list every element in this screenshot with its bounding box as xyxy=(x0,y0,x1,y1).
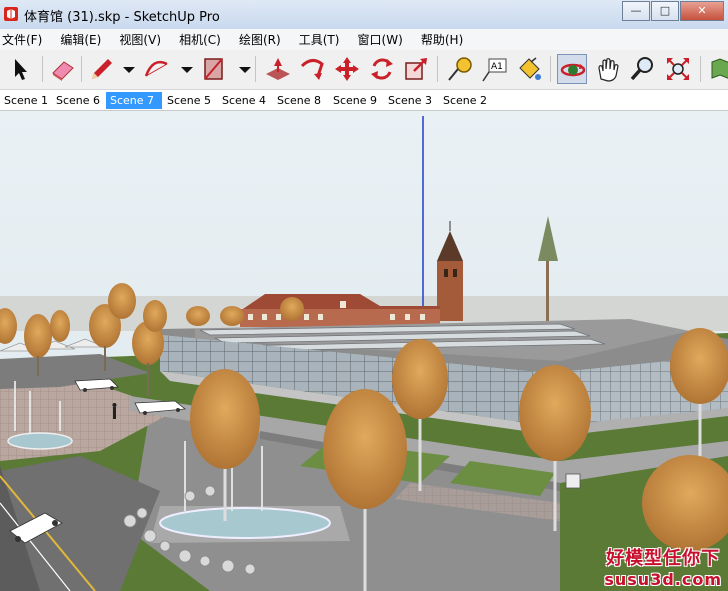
map-tool-icon[interactable] xyxy=(706,54,728,84)
maximize-button[interactable]: □ xyxy=(651,1,679,21)
watermark-line1: 好模型任你下 xyxy=(606,548,721,569)
menu-edit[interactable]: 编辑(E) xyxy=(60,30,108,51)
zoom-tool-icon[interactable] xyxy=(628,54,658,84)
minimize-button[interactable]: — xyxy=(622,1,650,21)
scene-tab-8[interactable]: Scene 8 xyxy=(273,92,325,109)
pan-tool-icon[interactable] xyxy=(593,54,623,84)
menu-window[interactable]: 窗口(W) xyxy=(358,30,410,51)
follow-me-tool-icon[interactable] xyxy=(297,54,327,84)
scene-tab-6[interactable]: Scene 6 xyxy=(52,92,104,109)
scenes-bar: Scene 1 Scene 6 Scene 7 Scene 5 Scene 4 … xyxy=(0,90,728,111)
menu-view[interactable]: 视图(V) xyxy=(119,30,168,51)
gymnasium-model-render xyxy=(0,111,728,591)
toolbar: A1 xyxy=(0,50,728,90)
watermark-line2: susu3d.com xyxy=(604,570,722,589)
eraser-tool-icon[interactable] xyxy=(48,54,78,84)
scene-tab-9[interactable]: Scene 9 xyxy=(329,92,381,109)
menu-draw[interactable]: 绘图(R) xyxy=(239,30,288,51)
arc-dropdown-icon[interactable] xyxy=(172,54,193,84)
arc-tool-icon[interactable] xyxy=(141,54,171,84)
scale-tool-icon[interactable] xyxy=(401,54,431,84)
rotate-tool-icon[interactable] xyxy=(367,54,397,84)
close-button[interactable]: ✕ xyxy=(680,1,724,21)
menu-camera[interactable]: 相机(C) xyxy=(179,30,228,51)
select-tool-icon[interactable] xyxy=(6,54,36,84)
menu-tools[interactable]: 工具(T) xyxy=(299,30,347,51)
model-viewport[interactable]: 好模型任你下 susu3d.com xyxy=(0,111,728,591)
orbit-tool-icon[interactable] xyxy=(557,54,587,84)
scene-tab-4[interactable]: Scene 4 xyxy=(218,92,270,109)
text-tool-label: A1 xyxy=(491,62,503,72)
scene-tab-7[interactable]: Scene 7 xyxy=(106,92,162,109)
pencil-dropdown-icon[interactable] xyxy=(114,54,135,84)
zoom-extents-tool-icon[interactable] xyxy=(663,54,693,84)
scene-tab-2[interactable]: Scene 2 xyxy=(439,92,491,109)
rectangle-dropdown-icon[interactable] xyxy=(230,54,251,84)
text-tool-icon[interactable]: A1 xyxy=(479,54,509,84)
window-title: 体育馆 (31).skp - SketchUp Pro xyxy=(24,10,220,25)
scene-tab-1[interactable]: Scene 1 xyxy=(0,92,52,109)
scene-tab-5[interactable]: Scene 5 xyxy=(163,92,215,109)
title-bar: 体育馆 (31).skp - SketchUp Pro — □ ✕ xyxy=(0,0,728,29)
watermark: 好模型任你下 susu3d.com xyxy=(604,544,722,589)
sketchup-app-icon[interactable] xyxy=(3,6,19,22)
tape-measure-tool-icon[interactable] xyxy=(445,54,475,84)
menu-file[interactable]: 文件(F) xyxy=(2,30,49,51)
scene-tab-3[interactable]: Scene 3 xyxy=(384,92,436,109)
menu-bar: 文件(F) 编辑(E) 视图(V) 相机(C) 绘图(R) 工具(T) 窗口(W… xyxy=(0,29,728,50)
rectangle-tool-icon[interactable] xyxy=(199,54,229,84)
paint-bucket-tool-icon[interactable] xyxy=(514,54,544,84)
move-tool-icon[interactable] xyxy=(332,54,362,84)
pencil-tool-icon[interactable] xyxy=(86,54,116,84)
menu-help[interactable]: 帮助(H) xyxy=(421,30,470,51)
push-pull-tool-icon[interactable] xyxy=(263,54,293,84)
